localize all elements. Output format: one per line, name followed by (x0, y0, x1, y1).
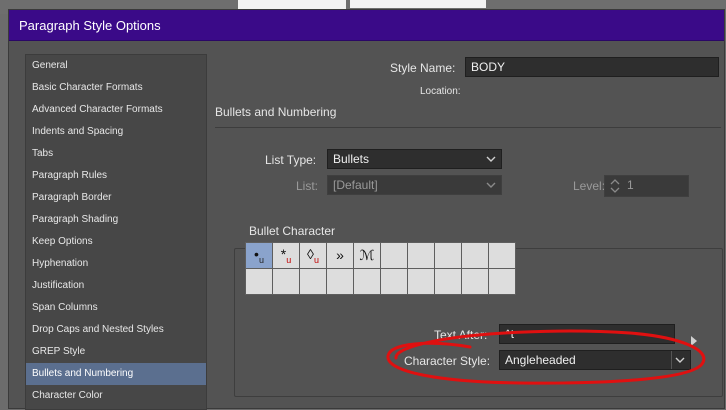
bullet-font-marker: u (313, 254, 319, 265)
bullet-glyph: •u (254, 246, 264, 265)
list-value: [Default] (333, 178, 378, 192)
sidebar-item-paragraph-border[interactable]: Paragraph Border (26, 187, 206, 209)
dialog-titlebar: Paragraph Style Options (9, 10, 724, 41)
section-divider (215, 127, 721, 128)
character-style-value: Angleheaded (505, 353, 576, 367)
list-type-value: Bullets (333, 152, 370, 166)
background-window-fragment (238, 0, 346, 10)
bullet-cell[interactable] (272, 268, 300, 295)
background-window-fragment (350, 0, 486, 8)
sidebar-item-paragraph-shading[interactable]: Paragraph Shading (26, 209, 206, 231)
style-name-label: Style Name: (390, 61, 456, 75)
bullet-cell[interactable] (488, 268, 516, 295)
level-value: 1 (627, 178, 634, 192)
character-style-select[interactable]: Angleheaded (499, 350, 691, 370)
bullet-cell[interactable]: •u (245, 242, 273, 269)
sidebar-item-character-color[interactable]: Character Color (26, 385, 206, 407)
bullet-cell[interactable] (461, 242, 489, 269)
bullet-cell[interactable] (434, 242, 462, 269)
bullet-cell[interactable] (380, 242, 408, 269)
paragraph-style-options-dialog: Paragraph Style Options General Basic Ch… (9, 10, 724, 410)
bullet-cell[interactable] (488, 242, 516, 269)
list-select[interactable]: [Default] (327, 175, 502, 195)
bullet-font-marker: u (286, 254, 292, 265)
bullet-grid-row: •u *u ◊u » ℳ (245, 242, 516, 269)
bullet-group-title: Bullet Character (249, 224, 336, 238)
options-sidebar: General Basic Character Formats Advanced… (25, 54, 207, 410)
style-name-input[interactable]: BODY (465, 57, 719, 77)
list-type-label: List Type: (265, 153, 317, 167)
sidebar-item-grep-style[interactable]: GREP Style (26, 341, 206, 363)
sidebar-item-advanced-character-formats[interactable]: Advanced Character Formats (26, 99, 206, 121)
bullet-glyph: *u (280, 246, 292, 265)
level-label: Level: (573, 179, 606, 193)
bullet-cell[interactable] (380, 268, 408, 295)
location-label: Location: (420, 86, 461, 97)
sidebar-item-indents-and-spacing[interactable]: Indents and Spacing (26, 121, 206, 143)
sidebar-item-span-columns[interactable]: Span Columns (26, 297, 206, 319)
bullet-cell[interactable] (407, 268, 435, 295)
bullet-cell[interactable]: ℳ (353, 242, 381, 269)
bullet-cell[interactable] (299, 268, 327, 295)
bullet-cell[interactable]: ◊u (299, 242, 327, 269)
bullet-cell[interactable] (461, 268, 489, 295)
text-after-label: Text After: (434, 328, 488, 342)
chevron-down-icon (486, 156, 496, 162)
stepper-arrows-icon[interactable] (609, 177, 621, 195)
bullet-cell[interactable] (326, 268, 354, 295)
chevron-down-icon (675, 357, 685, 363)
list-type-select[interactable]: Bullets (327, 149, 502, 169)
sidebar-item-justification[interactable]: Justification (26, 275, 206, 297)
dialog-title: Paragraph Style Options (19, 18, 161, 33)
level-stepper[interactable]: 1 (604, 175, 689, 197)
bullet-cell[interactable] (353, 268, 381, 295)
sidebar-item-drop-caps-and-nested-styles[interactable]: Drop Caps and Nested Styles (26, 319, 206, 341)
chevron-down-icon (486, 182, 496, 188)
bullet-character-grid: •u *u ◊u » ℳ (245, 242, 516, 295)
bullet-glyph: » (336, 246, 344, 263)
bullet-cell[interactable] (407, 242, 435, 269)
sidebar-item-keep-options[interactable]: Keep Options (26, 231, 206, 253)
bullet-cell[interactable] (245, 268, 273, 295)
sidebar-item-hyphenation[interactable]: Hyphenation (26, 253, 206, 275)
sidebar-item-bullets-and-numbering[interactable]: Bullets and Numbering (26, 363, 206, 385)
bullet-cell[interactable]: » (326, 242, 354, 269)
sidebar-item-general[interactable]: General (26, 55, 206, 77)
bullet-grid-row (245, 268, 516, 295)
section-title: Bullets and Numbering (215, 105, 337, 119)
insert-special-character-icon[interactable] (687, 332, 701, 350)
bullet-cell[interactable]: *u (272, 242, 300, 269)
sidebar-item-paragraph-rules[interactable]: Paragraph Rules (26, 165, 206, 187)
text-after-input[interactable]: ^t (499, 324, 675, 344)
bullet-glyph: ℳ (359, 246, 375, 263)
character-style-label: Character Style: (404, 354, 491, 368)
sidebar-item-basic-character-formats[interactable]: Basic Character Formats (26, 77, 206, 99)
sidebar-item-tabs[interactable]: Tabs (26, 143, 206, 165)
bullet-cell[interactable] (434, 268, 462, 295)
list-label: List: (296, 179, 319, 193)
bullet-font-marker: u (258, 254, 264, 265)
bullet-glyph: ◊u (307, 246, 319, 265)
